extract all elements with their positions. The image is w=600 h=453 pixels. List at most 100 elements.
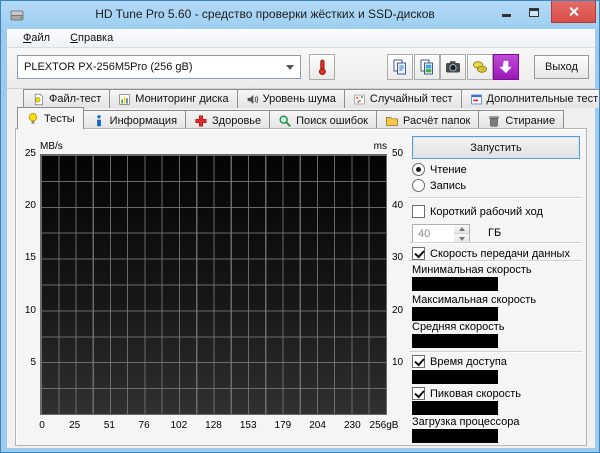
x-tick: 230 xyxy=(343,420,361,431)
screenshot-button[interactable] xyxy=(440,54,466,80)
y-left-tick: 15 xyxy=(24,252,36,263)
titlebar: HD Tune Pro 5.60 - средство проверки жёс… xyxy=(1,1,599,29)
tab-file-test[interactable]: Файл-тест xyxy=(23,89,111,108)
minimize-button[interactable] xyxy=(493,1,520,23)
folder-icon xyxy=(385,116,399,126)
separator xyxy=(409,260,582,262)
info-icon xyxy=(96,114,101,126)
copy-image-icon xyxy=(420,59,433,75)
tab-label: Мониторинг диска xyxy=(135,93,229,105)
write-radio-label: Запись xyxy=(430,179,467,192)
read-radio[interactable] xyxy=(412,163,425,176)
copy-image-button[interactable] xyxy=(413,54,440,80)
x-tick: 128 xyxy=(205,420,222,431)
y-left-tick: 20 xyxy=(24,200,36,211)
burst-rate-label: Пиковая скорость xyxy=(430,387,522,400)
y-left-tick: 5 xyxy=(30,357,36,368)
tab-row-bottom: Тесты Информация Здоровье Поиск ошибок Р… xyxy=(17,107,565,130)
download-button[interactable] xyxy=(493,54,519,80)
tab-label: Расчёт папок xyxy=(403,114,471,127)
x-tick: 179 xyxy=(274,420,292,431)
spinner-up-icon[interactable] xyxy=(454,225,469,234)
access-time-label: Время доступа xyxy=(430,355,507,368)
access-time-row: Время доступа xyxy=(412,355,507,368)
x-tick: 204 xyxy=(309,420,326,431)
minimize-icon xyxy=(502,13,511,17)
save-button[interactable] xyxy=(466,54,493,80)
tab-label: Тесты xyxy=(44,112,75,125)
avg-speed-label: Средняя скорость xyxy=(412,321,505,333)
tab-erase[interactable]: Стирание xyxy=(478,110,565,130)
tab-folder-usage[interactable]: Расчёт папок xyxy=(376,110,480,130)
copy-text-button[interactable] xyxy=(387,54,413,80)
chevron-down-icon xyxy=(286,65,294,70)
short-stroke-label: Короткий рабочий ход xyxy=(430,205,543,218)
tab-row-top: Файл-тест Мониторинг диска Уровень шума xyxy=(23,89,600,108)
tab-label: Файл-тест xyxy=(49,93,102,105)
screenshot-icon xyxy=(446,61,460,73)
disk-monitor-icon xyxy=(119,93,131,105)
tab-label: Дополнительные тесты xyxy=(486,93,600,105)
tab-error-scan[interactable]: Поиск ошибок xyxy=(269,110,377,130)
short-stroke-input[interactable] xyxy=(413,225,455,243)
access-time-checkbox[interactable] xyxy=(412,355,425,368)
client-area: Файл Справка PLEXTOR PX-256M5Pro (256 gB… xyxy=(7,29,599,448)
toolbar: PLEXTOR PX-256M5Pro (256 gB) Выход xyxy=(7,48,595,89)
tab-health[interactable]: Здоровье xyxy=(185,110,271,130)
app-window: HD Tune Pro 5.60 - средство проверки жёс… xyxy=(0,0,600,453)
short-stroke-checkbox[interactable] xyxy=(412,205,425,218)
menu-file[interactable]: Файл xyxy=(15,30,58,46)
health-cross-icon xyxy=(195,114,207,127)
x-tick: 76 xyxy=(138,420,150,431)
tab-label: Здоровье xyxy=(212,114,262,127)
tab-information[interactable]: Информация xyxy=(82,110,187,130)
menu-help[interactable]: Справка xyxy=(62,30,121,46)
separator xyxy=(409,242,582,244)
drive-select[interactable]: PLEXTOR PX-256M5Pro (256 gB) xyxy=(17,55,301,79)
tab-extra-tests[interactable]: Дополнительные тесты xyxy=(460,89,600,108)
download-icon xyxy=(498,60,513,74)
exit-button[interactable]: Выход xyxy=(534,55,589,79)
y-left-tick: 10 xyxy=(24,305,36,316)
x-tick: 0 xyxy=(39,420,45,431)
tab-disk-monitor[interactable]: Мониторинг диска xyxy=(109,89,238,108)
tests-tab-page: MB/s ms 25 20 15 10 5 50 40 30 20 10 0 2… xyxy=(15,128,587,446)
tab-random-test[interactable]: Случайный тест xyxy=(343,89,462,108)
close-button[interactable] xyxy=(551,1,596,23)
maximize-button[interactable] xyxy=(520,1,547,23)
y-left-axis-label: MB/s xyxy=(40,141,63,152)
burst-rate-row: Пиковая скорость xyxy=(412,387,521,400)
transfer-rate-checkbox[interactable] xyxy=(412,247,425,260)
tab-tests[interactable]: Тесты xyxy=(17,107,84,130)
tab-noise-level[interactable]: Уровень шума xyxy=(236,89,345,108)
maximize-icon xyxy=(528,7,539,17)
x-tick: 102 xyxy=(170,420,188,431)
read-radio-row: Чтение xyxy=(412,163,467,176)
trash-icon xyxy=(489,115,499,127)
separator xyxy=(409,351,582,353)
benchmark-chart xyxy=(40,154,387,415)
short-stroke-row: Короткий рабочий ход xyxy=(412,205,543,218)
menubar: Файл Справка xyxy=(7,29,595,48)
short-stroke-unit: ГБ xyxy=(488,227,502,239)
write-radio-row: Запись xyxy=(412,179,466,192)
random-test-icon xyxy=(354,94,365,104)
drive-select-value: PLEXTOR PX-256M5Pro (256 gB) xyxy=(24,61,193,73)
min-speed-label: Минимальная скорость xyxy=(412,264,532,276)
burst-rate-checkbox[interactable] xyxy=(412,387,425,400)
search-icon xyxy=(279,114,292,127)
temperature-button[interactable] xyxy=(309,54,335,80)
start-button[interactable]: Запустить xyxy=(412,136,580,159)
app-drive-icon xyxy=(10,10,24,21)
cpu-usage-value-box xyxy=(412,429,498,443)
y-right-axis-label: ms xyxy=(373,141,387,152)
x-tick: 25 xyxy=(69,420,81,431)
window-title: HD Tune Pro 5.60 - средство проверки жёс… xyxy=(95,7,435,21)
avg-speed-value-box xyxy=(412,334,498,348)
speaker-icon xyxy=(247,94,258,104)
write-radio[interactable] xyxy=(412,179,425,192)
tab-label: Стирание xyxy=(505,114,556,127)
tab-label: Поиск ошибок xyxy=(296,114,368,127)
close-icon xyxy=(568,6,579,17)
x-tick: 256gB xyxy=(369,420,399,431)
